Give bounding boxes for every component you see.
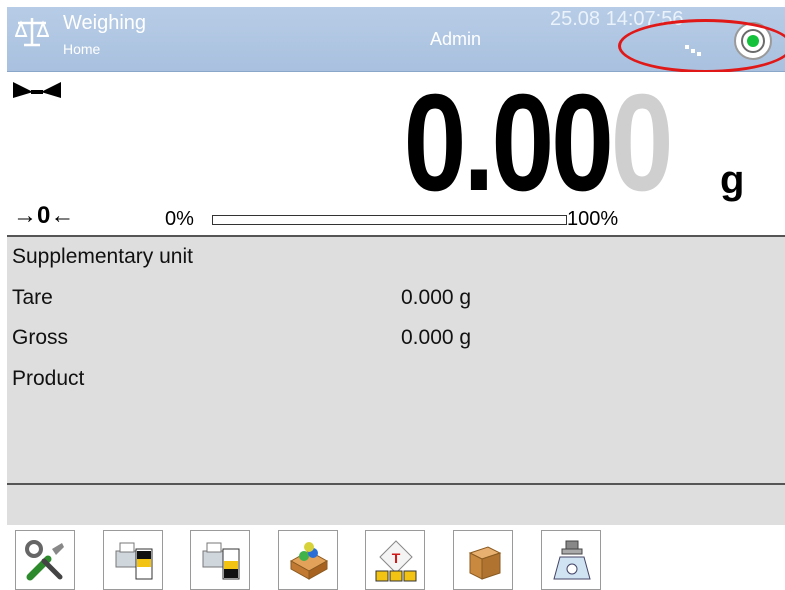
info-label-tare: Tare xyxy=(12,286,53,309)
bargraph-min-label: 0% xyxy=(165,208,194,230)
info-value-gross: 0.000 g xyxy=(401,326,472,349)
weight-last-digit: 0 xyxy=(610,66,673,220)
weight-value: 0.000 xyxy=(403,74,673,212)
settings-icon xyxy=(25,540,64,581)
svg-text:T: T xyxy=(392,550,401,566)
info-label-product: Product xyxy=(12,367,85,390)
stable-reading-icon xyxy=(13,82,61,98)
product-database-icon xyxy=(289,542,329,580)
bargraph xyxy=(212,215,567,225)
tare-database-icon: T xyxy=(375,540,417,582)
zero-indicator: →0← xyxy=(13,202,75,229)
breadcrumb: Home xyxy=(63,41,101,57)
info-panel: Supplementary unit Tare 0.000 g Gross 0.… xyxy=(7,237,785,485)
weighing-button[interactable] xyxy=(541,530,601,590)
print-header-icon xyxy=(115,542,153,580)
weight-unit[interactable]: g xyxy=(720,158,744,203)
print-footer-button[interactable] xyxy=(190,530,250,590)
info-label-gross: Gross xyxy=(12,326,69,349)
packaging-icon xyxy=(468,546,502,580)
weight-main-digits: 0.00 xyxy=(403,66,613,220)
info-label-supplementary-unit: Supplementary unit xyxy=(12,245,193,268)
print-header-button[interactable] xyxy=(103,530,163,590)
logged-user[interactable]: Admin xyxy=(430,29,481,50)
bargraph-max-label: 100% xyxy=(567,208,619,230)
product-database-button[interactable] xyxy=(278,530,338,590)
info-value-tare: 0.000 g xyxy=(401,286,472,309)
print-footer-icon xyxy=(202,542,240,580)
packaging-button[interactable] xyxy=(453,530,513,590)
app-title: Weighing xyxy=(63,12,147,34)
bottom-toolbar: T xyxy=(0,525,785,590)
weighing-icon xyxy=(553,540,591,580)
settings-button[interactable] xyxy=(15,530,75,590)
weight-display: 0.000 g →0← 0% 100% xyxy=(7,72,785,237)
scale-icon xyxy=(15,18,49,47)
status-strip xyxy=(7,485,785,525)
annotation-circle xyxy=(618,19,785,73)
tare-database-button[interactable]: T xyxy=(365,530,425,590)
